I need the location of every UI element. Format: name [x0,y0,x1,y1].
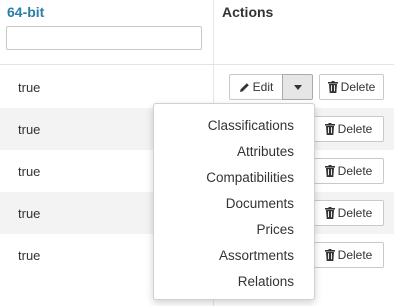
delete-button[interactable]: Delete [313,200,384,226]
row-64bit-value: true [18,206,41,221]
menu-item-compatibilities[interactable]: Compatibilities [206,166,294,190]
delete-button[interactable]: Delete [313,158,384,184]
delete-button-label: Delete [337,206,373,220]
row-64bit-value: true [18,80,41,95]
edit-button-label: Edit [252,80,274,94]
column-header-64bit[interactable]: 64-bit [7,4,44,20]
table-header: 64-bit Actions [0,0,394,65]
actions-dropdown-toggle[interactable] [282,74,313,100]
trash-icon [324,123,335,135]
trash-icon [324,165,335,177]
menu-item-classifications[interactable]: Classifications [208,114,294,138]
filter-64bit-input[interactable] [6,26,202,50]
menu-item-attributes[interactable]: Attributes [237,140,294,164]
menu-item-prices[interactable]: Prices [256,218,294,242]
menu-item-relations[interactable]: Relations [238,270,294,294]
edit-button[interactable]: Edit [229,74,283,100]
menu-item-documents[interactable]: Documents [226,192,294,216]
row-64bit-value: true [18,122,41,137]
delete-button-label: Delete [340,80,376,94]
delete-button[interactable]: Delete [313,116,384,142]
delete-button-label: Delete [337,248,373,262]
menu-item-assortments[interactable]: Assortments [219,244,294,268]
row-64bit-value: true [18,164,41,179]
row-64bit-value: true [18,248,41,263]
delete-button-label: Delete [337,122,373,136]
delete-button[interactable]: Delete [319,74,384,100]
table-row: true Edit Delete [0,66,394,108]
delete-button-label: Delete [337,164,373,178]
column-header-actions: Actions [222,4,274,20]
trash-icon [324,249,335,261]
pencil-icon [239,82,250,93]
trash-icon [327,81,338,93]
trash-icon [324,207,335,219]
delete-button[interactable]: Delete [313,242,384,268]
actions-dropdown-menu: Classifications Attributes Compatibiliti… [153,103,315,300]
caret-down-icon [293,84,302,90]
